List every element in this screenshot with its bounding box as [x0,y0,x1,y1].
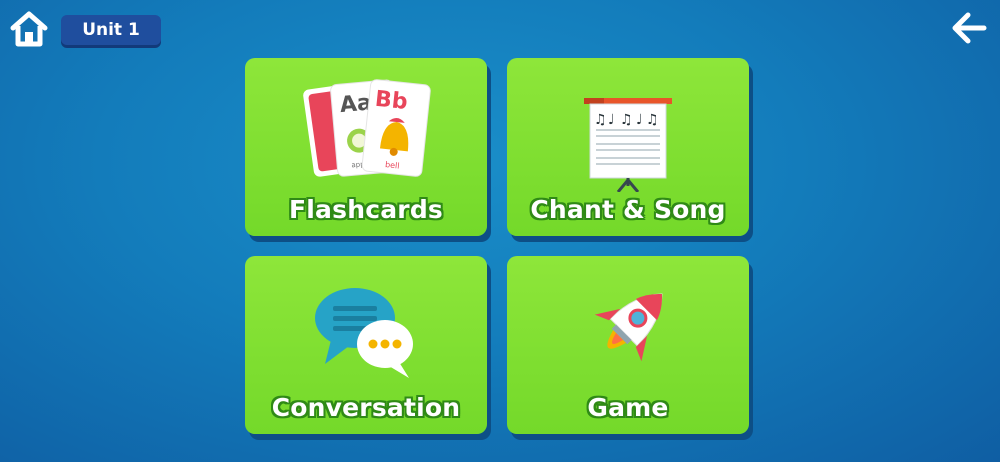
unit-label: Unit 1 [82,20,140,40]
home-button[interactable] [10,10,48,48]
card-letters-bb: Bb [374,87,409,115]
svg-text:♫: ♫ [620,112,633,128]
card-word-bell: bell [385,160,400,170]
rocket-icon [594,293,663,362]
game-label: Game [587,393,669,422]
svg-text:♩: ♩ [608,112,615,128]
music-board-icon: ♫ ♩ ♫ ♩ ♫ [584,98,672,192]
conversation-label: Conversation [271,393,461,422]
conversation-button[interactable]: Conversation [245,256,487,434]
game-button[interactable]: Game [507,256,749,434]
svg-text:♫: ♫ [594,112,607,128]
svg-text:♩: ♩ [636,112,643,128]
flashcards-label: Flashcards [289,195,443,224]
chant-song-label: Chant & Song [530,195,726,224]
flashcards-button[interactable]: Aa apple Bb bell Flashcards [245,58,487,236]
back-button[interactable] [950,10,988,46]
unit-badge: Unit 1 [61,15,161,45]
chant-song-button[interactable]: ♫ ♩ ♫ ♩ ♫ Chant & Song [507,58,749,236]
chat-bubbles-icon [315,288,413,378]
arrow-left-icon [952,12,987,44]
flashcards-icon: Aa apple Bb bell [303,79,431,177]
svg-text:♫: ♫ [646,112,659,128]
home-icon [10,11,48,47]
